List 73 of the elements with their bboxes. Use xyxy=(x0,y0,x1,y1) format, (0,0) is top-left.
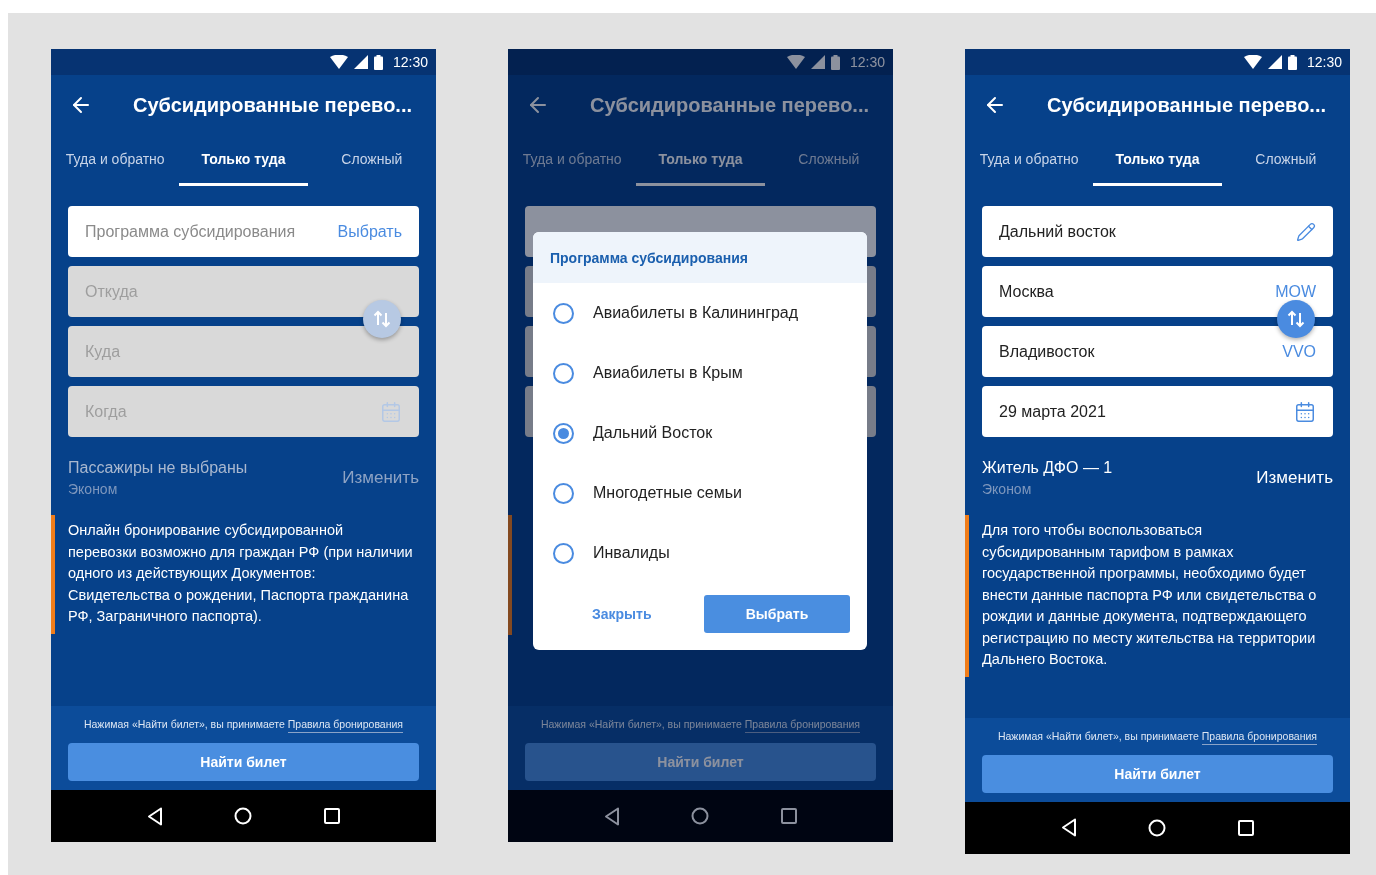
square-icon[interactable] xyxy=(781,808,798,824)
home-circle-icon[interactable] xyxy=(234,807,253,825)
notice-text: Нажимая «Найти билет», вы принимаете xyxy=(83,718,285,730)
option-label: Авиабилеты в Крым xyxy=(593,364,743,382)
battery-icon xyxy=(830,54,840,70)
tab[interactable]: Туда и обратно xyxy=(51,135,180,186)
option-row[interactable]: Инвалиды xyxy=(533,523,867,583)
option-row[interactable]: Многодетные семьи xyxy=(533,463,867,523)
option-row[interactable]: Дальний Восток xyxy=(533,403,867,463)
status-time: 12:30 xyxy=(849,54,885,70)
tab[interactable]: Туда и обратно xyxy=(965,135,1094,186)
wifi-icon xyxy=(329,55,348,69)
option-label: Многодетные семьи xyxy=(593,484,742,502)
info-text: Для того чтобы воспользоваться субсидированным тарифом в рамках государственной программы, необходимо будет внести данные паспорта РФ или свидетельства о рождии и данные документа, подтверждающего регистрацию по месту жительства на территории Дальнего Востока. xyxy=(965,515,1350,677)
radio-button[interactable] xyxy=(553,542,574,564)
status-time: 12:30 xyxy=(392,54,428,70)
back-triangle-icon[interactable] xyxy=(1060,818,1077,837)
city-field[interactable]: Москва MOW xyxy=(982,266,1333,317)
rules-link[interactable]: Правила бронирования xyxy=(1201,729,1318,745)
battery-icon xyxy=(373,54,383,70)
radio-button[interactable] xyxy=(553,422,574,444)
home-circle-icon[interactable] xyxy=(1148,818,1167,837)
option-row[interactable]: Авиабилеты в Крым xyxy=(533,343,867,403)
wifi-icon xyxy=(1243,55,1262,69)
change-button[interactable]: Изменить xyxy=(1256,467,1333,488)
option-label: Инвалиды xyxy=(593,544,670,562)
home-circle-icon[interactable] xyxy=(691,807,710,825)
signal-icon xyxy=(1267,55,1282,69)
rules-link[interactable]: Правила бронирования xyxy=(744,718,861,733)
option-label: Авиабилеты в Калининград xyxy=(593,304,799,322)
calendar-icon[interactable] xyxy=(1294,400,1316,423)
option-label: Дальний Восток xyxy=(593,424,713,442)
screen-title: Субсидированные перево... xyxy=(133,93,413,117)
passengers-title: Житель ДФО — 1 xyxy=(982,458,1113,477)
swap-arrows-icon xyxy=(372,309,392,329)
program-field[interactable]: Программа субсидирования Выбрать xyxy=(68,206,419,257)
city-field[interactable]: Владивосток VVO xyxy=(982,326,1333,377)
status-time: 12:30 xyxy=(1306,54,1342,70)
tab[interactable]: Только туда xyxy=(1093,135,1222,186)
screen-title: Субсидированные перево... xyxy=(1047,93,1327,117)
dialog-title: Программа субсидирования xyxy=(550,249,748,266)
tab[interactable]: Сложный xyxy=(1221,135,1350,186)
cabin-class: Эконом xyxy=(68,480,119,497)
notice-text: Нажимая «Найти билет», вы принимаете xyxy=(540,718,742,730)
date-field[interactable]: 29 марта 2021 xyxy=(982,386,1333,437)
notice-text: Нажимая «Найти билет», вы принимаете xyxy=(997,729,1199,742)
cabin-class: Эконом xyxy=(982,480,1033,497)
pencil-icon[interactable] xyxy=(1296,221,1316,242)
airport-code: MOW xyxy=(1275,282,1316,301)
tab[interactable]: Только туда xyxy=(179,135,308,186)
screen-title: Субсидированные перево... xyxy=(590,93,870,117)
select-link[interactable]: Выбрать xyxy=(337,222,402,241)
airport-code: VVO xyxy=(1282,342,1316,361)
program-field[interactable]: Дальний восток xyxy=(982,206,1333,257)
option-row[interactable]: Авиабилеты в Калининград xyxy=(533,283,867,343)
tab[interactable]: Сложный xyxy=(307,135,436,186)
close-button[interactable]: Закрыть xyxy=(592,606,652,622)
radio-button[interactable] xyxy=(553,362,574,384)
back-triangle-icon[interactable] xyxy=(603,806,620,826)
swap-arrows-icon xyxy=(1286,309,1306,329)
battery-icon xyxy=(1287,54,1297,70)
radio-button[interactable] xyxy=(553,302,574,324)
square-icon[interactable] xyxy=(324,808,341,824)
tab[interactable]: Только туда xyxy=(636,135,765,186)
back-triangle-icon[interactable] xyxy=(146,806,163,826)
info-text: Онлайн бронирование субсидированной перевозки возможно для граждан РФ (при наличии одного из действующих Документов: Свидетельства о рождении, Паспорта гражданина РФ, Заграничного паспорта). xyxy=(51,515,436,634)
wifi-icon xyxy=(786,55,805,69)
signal-icon xyxy=(353,55,368,69)
radio-button[interactable] xyxy=(553,482,574,504)
square-icon[interactable] xyxy=(1238,819,1255,836)
passengers-title: Пассажиры не выбраны xyxy=(68,458,248,477)
signal-icon xyxy=(810,55,825,69)
rules-link[interactable]: Правила бронирования xyxy=(287,718,404,733)
